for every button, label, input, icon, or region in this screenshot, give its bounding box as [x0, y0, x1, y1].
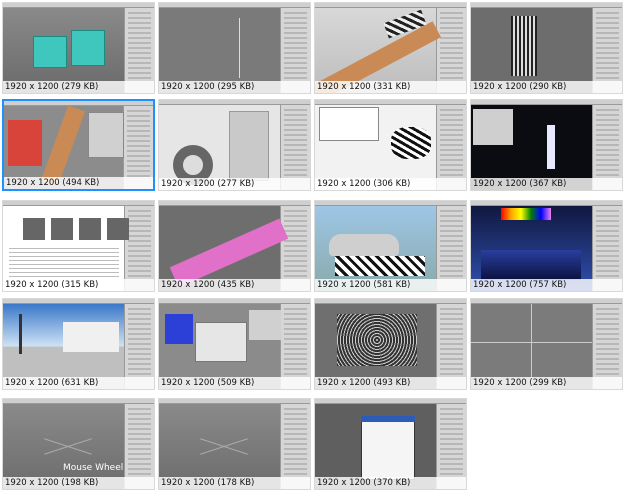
thumbnail-caption: 1920 x 1200 (178 KB): [159, 477, 310, 489]
screenshot-image: [159, 100, 310, 190]
screenshot-image: [471, 299, 622, 389]
screenshot-image: [315, 399, 466, 489]
dialog-titlebar: [361, 416, 415, 422]
thumbnail-caption: 1920 x 1200 (370 KB): [315, 477, 466, 489]
screenshot-image: [3, 3, 154, 93]
thumbnail-caption: 1920 x 1200 (509 KB): [159, 377, 310, 389]
building: [63, 322, 119, 352]
thumbnail-6[interactable]: 1920 x 1200 (277 KB): [158, 99, 311, 191]
thumbnail-4[interactable]: 1920 x 1200 (290 KB): [470, 2, 623, 94]
thumbnail-caption: 1920 x 1200 (299 KB): [471, 377, 622, 389]
cube-right: [71, 30, 105, 66]
screenshot-image: [3, 299, 154, 389]
screenshot-image: [471, 201, 622, 291]
trunk: [40, 105, 86, 187]
thumbnail-caption: 1920 x 1200 (367 KB): [471, 178, 622, 190]
thumbnail-2[interactable]: 1920 x 1200 (295 KB): [158, 2, 311, 94]
overlay-label: Mouse Wheel: [63, 463, 124, 473]
screenshot-image: [159, 399, 310, 489]
thumbnail-18[interactable]: 1920 x 1200 (178 KB): [158, 398, 311, 490]
screenshot-image: [315, 3, 466, 93]
color-picker: [501, 208, 551, 220]
thumbnail-caption: 1920 x 1200 (631 KB): [3, 377, 154, 389]
thumbnail-1[interactable]: 1920 x 1200 (279 KB): [2, 2, 155, 94]
blue-object: [165, 314, 193, 344]
thumbnail-16[interactable]: 1920 x 1200 (299 KB): [470, 298, 623, 390]
screenshot-image: [3, 399, 154, 489]
material-editor: [473, 109, 513, 145]
preview-panel: [229, 111, 269, 181]
thumbnail-caption: 1920 x 1200 (757 KB): [471, 279, 622, 291]
thumbnail-14[interactable]: 1920 x 1200 (509 KB): [158, 298, 311, 390]
light-bar: [547, 125, 555, 169]
thumbnail-caption: 1920 x 1200 (277 KB): [159, 178, 310, 190]
screenshot-image: [159, 3, 310, 93]
thumbnail-12[interactable]: 1920 x 1200 (757 KB): [470, 200, 623, 292]
thumbnail-5[interactable]: 1920 x 1200 (494 KB): [2, 99, 155, 191]
screenshot-image: [159, 299, 310, 389]
screenshot-image: [471, 100, 622, 190]
thumbnail-17[interactable]: Mouse Wheel 1920 x 1200 (198 KB): [2, 398, 155, 490]
material-swatch: [8, 120, 42, 166]
thumbnail-caption: 1920 x 1200 (494 KB): [4, 177, 153, 189]
thumbnail-caption: 1920 x 1200 (306 KB): [315, 178, 466, 190]
thumbnail-caption: 1920 x 1200 (493 KB): [315, 377, 466, 389]
material-editor: [249, 310, 281, 340]
thumbnail-caption: 1920 x 1200 (331 KB): [315, 81, 466, 93]
noise-pattern: [335, 256, 425, 276]
thumbnail-10[interactable]: 1920 x 1200 (435 KB): [158, 200, 311, 292]
screenshot-image: [315, 299, 466, 389]
thumbnail-caption: 1920 x 1200 (279 KB): [3, 81, 154, 93]
thumbnail-caption: 1920 x 1200 (198 KB): [3, 477, 154, 489]
render-window: [195, 322, 247, 362]
palm-tree: [19, 314, 22, 354]
thumbnail-9[interactable]: 1920 x 1200 (315 KB): [2, 200, 155, 292]
material-editor: [88, 112, 124, 158]
thumbnail-caption: 1920 x 1200 (581 KB): [315, 279, 466, 291]
thumbnail-3[interactable]: 1920 x 1200 (331 KB): [314, 2, 467, 94]
car: [329, 234, 399, 256]
thumbnail-7[interactable]: 1920 x 1200 (306 KB): [314, 99, 467, 191]
thumbnail-grid: 1920 x 1200 (279 KB) 1920 x 1200 (295 KB)…: [2, 2, 625, 499]
thumbnail-caption: 1920 x 1200 (290 KB): [471, 81, 622, 93]
screenshot-image: [3, 201, 154, 291]
screenshot-image: [471, 3, 622, 93]
thumbnail-caption: 1920 x 1200 (315 KB): [3, 279, 154, 291]
zebra-texture: [511, 16, 537, 76]
screenshot-image: [159, 201, 310, 291]
zebra-rug: [391, 127, 431, 159]
dialog-window: [319, 107, 379, 141]
render-frame: [337, 314, 417, 366]
branch: [169, 218, 289, 288]
screenshot-image: [4, 101, 153, 189]
thumbnail-8[interactable]: 1920 x 1200 (367 KB): [470, 99, 623, 191]
thumbnail-caption: 1920 x 1200 (435 KB): [159, 279, 310, 291]
thumbnail-15[interactable]: 1920 x 1200 (493 KB): [314, 298, 467, 390]
screenshot-image: [315, 201, 466, 291]
dialog-window: [361, 416, 415, 480]
thumbnail-19[interactable]: 1920 x 1200 (370 KB): [314, 398, 467, 490]
terrain: [481, 250, 581, 280]
thumbnail-13[interactable]: 1920 x 1200 (631 KB): [2, 298, 155, 390]
thumbnail-caption: 1920 x 1200 (295 KB): [159, 81, 310, 93]
cube-left: [33, 36, 67, 68]
screenshot-image: [315, 100, 466, 190]
thumbnail-11[interactable]: 1920 x 1200 (581 KB): [314, 200, 467, 292]
